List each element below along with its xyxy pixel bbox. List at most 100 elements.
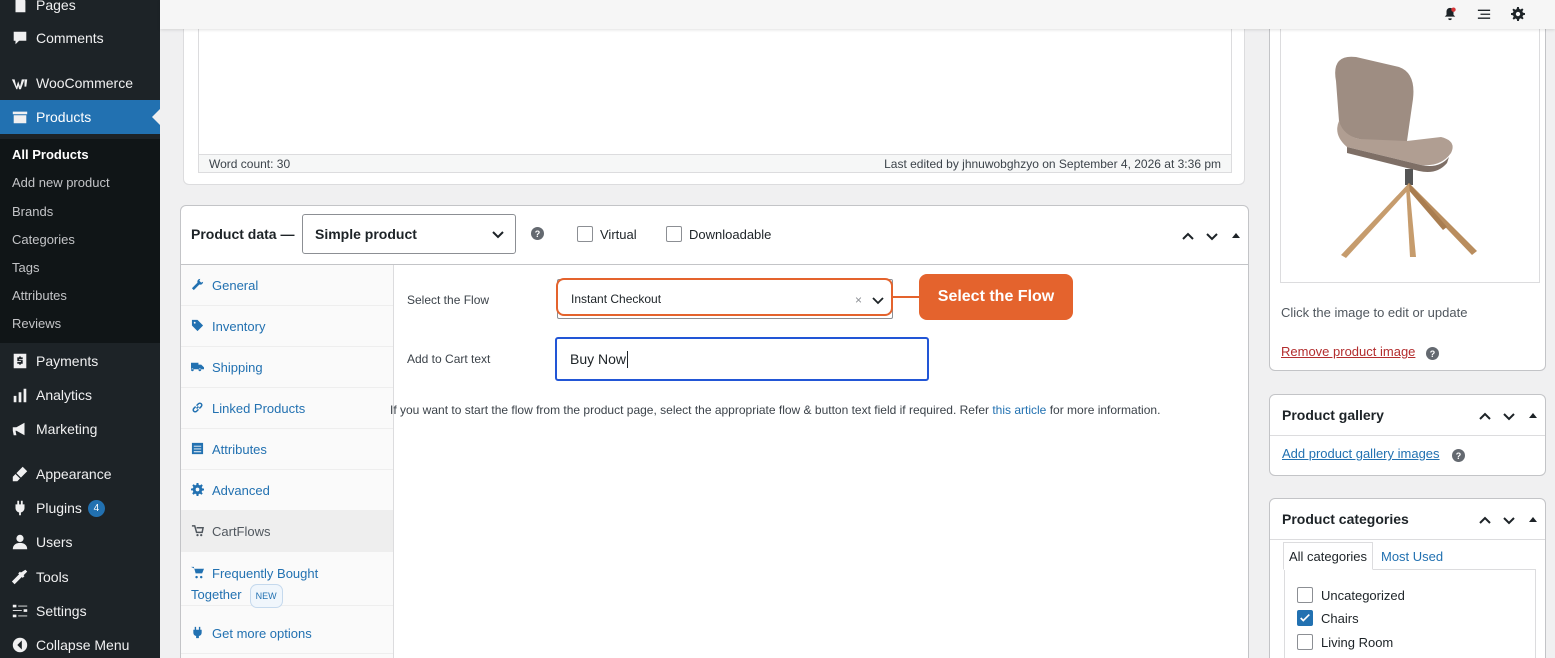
tab-label-wrap: Frequently Bought Together NEW: [191, 564, 318, 608]
help-icon[interactable]: ?: [531, 227, 544, 240]
virtual-label: Virtual: [600, 226, 637, 242]
list-view-icon[interactable]: [1475, 5, 1493, 23]
cart-text-field-label: Add to Cart text: [407, 352, 491, 366]
woocommerce-icon: [10, 73, 30, 93]
submenu-reviews[interactable]: Reviews: [12, 316, 61, 331]
plugin-icon: [191, 626, 205, 640]
menu-marketing[interactable]: Marketing: [0, 412, 160, 446]
tab-label: Get more options: [212, 625, 312, 641]
tab-label: Together: [191, 587, 242, 602]
notification-bell-icon[interactable]: [1441, 5, 1459, 23]
virtual-checkbox[interactable]: Virtual: [577, 226, 637, 242]
checkbox-box[interactable]: [1297, 634, 1313, 650]
settings-icon: [10, 601, 30, 621]
category-chairs[interactable]: Chairs: [1297, 610, 1359, 626]
products-icon: [10, 107, 30, 127]
plugins-update-badge: 4: [87, 499, 105, 517]
product-type-select[interactable]: Simple product: [302, 214, 516, 254]
callout-connector: [893, 296, 919, 298]
menu-payments[interactable]: Payments: [0, 344, 160, 378]
menu-label: Analytics: [36, 387, 93, 403]
tab-label: General: [212, 277, 259, 293]
submenu-tags[interactable]: Tags: [12, 260, 39, 275]
chevron-down-icon: [492, 231, 504, 239]
product-image[interactable]: [1280, 29, 1540, 283]
toggle-panel-icon[interactable]: [1228, 228, 1244, 244]
category-uncategorized[interactable]: Uncategorized: [1297, 587, 1405, 603]
tab-label: CartFlows: [212, 523, 271, 539]
tab-most-used[interactable]: Most Used: [1376, 542, 1448, 570]
help-icon[interactable]: ?: [1452, 449, 1465, 462]
category-checklist: Uncategorized Chairs Living Room: [1284, 569, 1536, 658]
checkbox-checked[interactable]: [1297, 610, 1313, 626]
tab-shipping[interactable]: Shipping: [181, 347, 393, 388]
product-data-tabs: General Inventory Shipping Linked Produc…: [181, 265, 394, 658]
checkbox-box[interactable]: [1297, 587, 1313, 603]
add-gallery-images-link[interactable]: Add product gallery images: [1282, 446, 1440, 461]
tab-get-more-options[interactable]: Get more options: [181, 613, 393, 654]
tab-cartflows[interactable]: CartFlows: [181, 511, 393, 552]
toggle-panel-icon[interactable]: [1525, 512, 1541, 528]
submenu-all-products[interactable]: All Products: [12, 147, 89, 162]
clear-selection-icon[interactable]: ×: [855, 293, 862, 307]
tab-general[interactable]: General: [181, 265, 393, 306]
menu-label: Settings: [36, 603, 87, 619]
menu-label: Appearance: [36, 466, 112, 482]
menu-label: Marketing: [36, 421, 98, 437]
chevron-up-icon[interactable]: [1477, 408, 1493, 424]
tab-inventory[interactable]: Inventory: [181, 306, 393, 347]
checkbox-box[interactable]: [666, 226, 682, 242]
menu-tools[interactable]: Tools: [0, 560, 160, 594]
category-living-room[interactable]: Living Room: [1297, 634, 1393, 650]
menu-analytics[interactable]: Analytics: [0, 378, 160, 412]
top-toolbar: [160, 0, 1555, 29]
tab-all-categories[interactable]: All categories: [1283, 542, 1374, 570]
chevron-up-icon[interactable]: [1180, 228, 1196, 244]
submenu-brands[interactable]: Brands: [12, 204, 53, 219]
gallery-title: Product gallery: [1282, 407, 1384, 423]
tab-label: Frequently Bought: [212, 566, 319, 581]
add-to-cart-text-input[interactable]: Buy Now: [555, 337, 929, 381]
toggle-panel-icon[interactable]: [1525, 408, 1541, 424]
cartflows-tab-content: Select the Flow Instant Checkout × Selec…: [390, 265, 1248, 658]
select-flow-callout: Select the Flow: [919, 274, 1073, 320]
remove-product-image-link[interactable]: Remove product image: [1281, 344, 1415, 359]
tab-advanced[interactable]: Advanced: [181, 470, 393, 511]
submenu-attributes[interactable]: Attributes: [12, 288, 67, 303]
flow-select[interactable]: Instant Checkout ×: [557, 279, 893, 319]
this-article-link[interactable]: this article: [992, 403, 1046, 417]
submenu-categories[interactable]: Categories: [12, 232, 75, 247]
menu-products[interactable]: Products: [0, 100, 160, 134]
marketing-icon: [10, 419, 30, 439]
menu-woocommerce[interactable]: WooCommerce: [0, 66, 160, 100]
description-editor[interactable]: [198, 29, 1232, 155]
help-icon[interactable]: ?: [1426, 347, 1439, 360]
divider: [1270, 435, 1545, 436]
truck-icon: [191, 360, 205, 374]
gear-icon[interactable]: [1509, 5, 1527, 23]
menu-appearance[interactable]: Appearance: [0, 457, 160, 491]
chevron-down-icon[interactable]: [1204, 228, 1220, 244]
menu-plugins[interactable]: Plugins 4: [0, 491, 160, 525]
wrench-icon: [191, 278, 205, 292]
chevron-down-icon[interactable]: [1501, 408, 1517, 424]
menu-settings[interactable]: Settings: [0, 594, 160, 628]
collapse-icon: [10, 635, 30, 655]
products-submenu: All Products Add new product Brands Cate…: [0, 139, 160, 343]
submenu-add-new-product[interactable]: Add new product: [12, 175, 110, 190]
menu-comments[interactable]: Comments: [0, 21, 160, 55]
chevron-down-icon[interactable]: [1501, 512, 1517, 528]
chevron-up-icon[interactable]: [1477, 512, 1493, 528]
tab-attributes[interactable]: Attributes: [181, 429, 393, 470]
downloadable-checkbox[interactable]: Downloadable: [666, 226, 771, 242]
product-data-panel: Product data — Simple product ? Virtual …: [180, 205, 1249, 658]
menu-pages[interactable]: Pages: [0, 0, 160, 22]
menu-label: Tools: [36, 569, 69, 585]
tab-frequently-bought-together[interactable]: Frequently Bought Together NEW: [181, 552, 393, 608]
menu-collapse[interactable]: Collapse Menu: [0, 628, 160, 658]
downloadable-label: Downloadable: [689, 226, 772, 242]
menu-users[interactable]: Users: [0, 525, 160, 559]
chevron-down-icon[interactable]: [871, 293, 885, 307]
checkbox-box[interactable]: [577, 226, 593, 242]
tab-linked-products[interactable]: Linked Products: [181, 388, 393, 429]
